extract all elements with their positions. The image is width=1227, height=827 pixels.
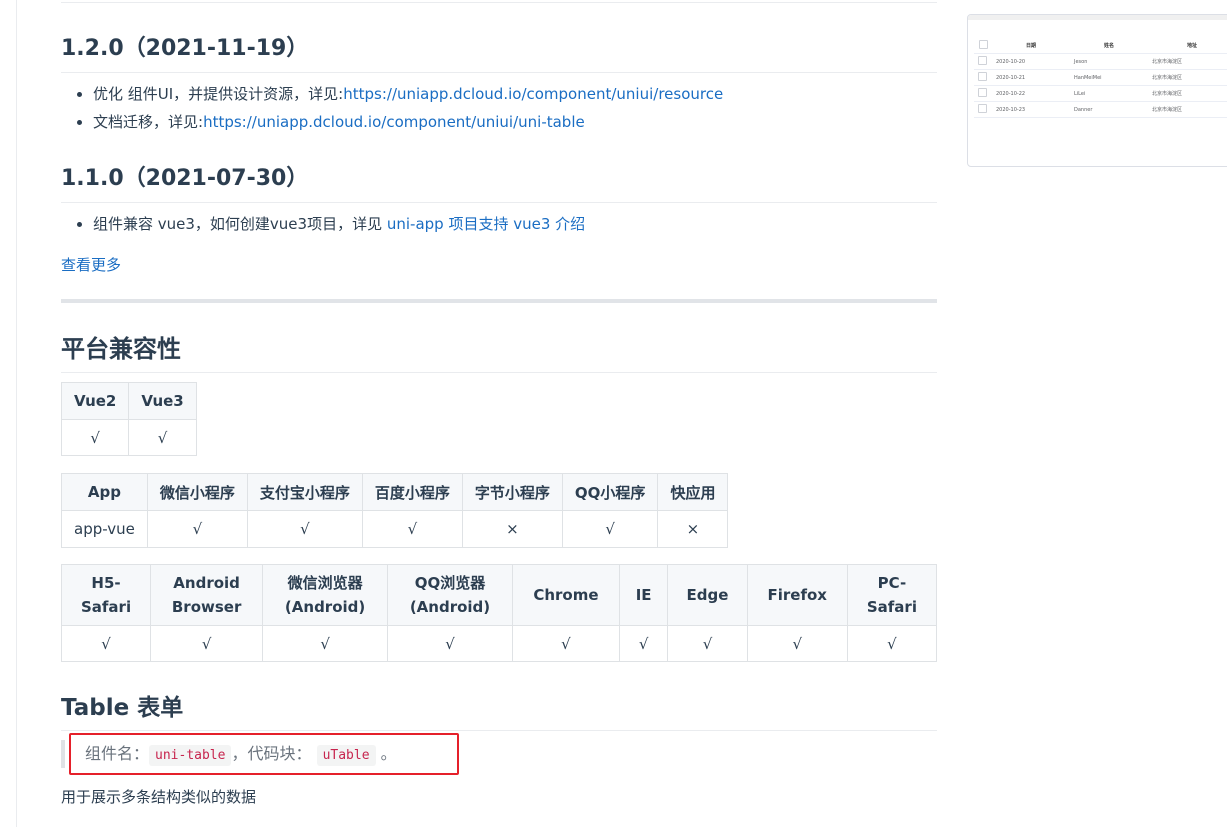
preview-select-all (974, 38, 992, 54)
version-notes-1-2-0: 优化 组件UI，并提供设计资源，详见:https://uniapp.dcloud… (61, 80, 723, 136)
note-text: 组件兼容 vue3，如何创建vue3项目，详见 (93, 215, 387, 233)
table-cell: √ (146, 510, 248, 548)
version-notes-1-1-0: 组件兼容 vue3，如何创建vue3项目，详见 uni-app 项目支持 vue… (61, 210, 585, 238)
table-cell: Danner (1070, 101, 1148, 118)
table-header: 地址 (1148, 38, 1227, 54)
vue-compat-table: Vue2 Vue3 √ √ (60, 382, 197, 456)
top-divider (61, 2, 937, 3)
table-cell: 北京市海淀区 (1148, 101, 1227, 118)
table-cell: 北京市海淀区 (1148, 85, 1227, 102)
table-cell: app-vue (61, 510, 148, 548)
table-cell: 2020-10-20 (992, 53, 1070, 70)
preview-checkbox-cell (974, 85, 992, 102)
table-cell: × (461, 510, 563, 548)
checkbox-icon (978, 56, 987, 65)
table-cell: 北京市海淀区 (1148, 69, 1227, 86)
table-cell: 2020-10-23 (992, 101, 1070, 118)
preview-checkbox-cell (974, 53, 992, 70)
table-cell: 2020-10-22 (992, 85, 1070, 102)
uni-table-doc-link[interactable]: https://uniapp.dcloud.io/component/uniui… (203, 113, 585, 131)
table-header: 百度小程序 (361, 473, 463, 511)
checkbox-icon (978, 72, 987, 81)
table-header: 微信小程序 (146, 473, 248, 511)
checkbox-icon (978, 40, 988, 49)
table-cell: √ (60, 625, 152, 662)
table-header: Chrome (511, 564, 620, 626)
component-description: 用于展示多条结构类似的数据 (61, 788, 257, 806)
version-heading-1-2-0: 1.2.0（2021-11-19） (61, 30, 937, 73)
table-cell: √ (246, 510, 363, 548)
table-header: Vue2 (60, 382, 130, 420)
table-cell: √ (667, 625, 748, 662)
table-cell: × (657, 510, 729, 548)
table-cell: √ (128, 419, 197, 456)
table-header: 支付宝小程序 (246, 473, 363, 511)
table-cell: √ (746, 625, 848, 662)
section-divider (61, 299, 937, 303)
table-cell: √ (150, 625, 264, 662)
list-item: 组件兼容 vue3，如何创建vue3项目，详见 uni-app 项目支持 vue… (93, 210, 585, 238)
checkbox-icon (978, 88, 987, 97)
table-cell: √ (846, 625, 938, 662)
web-compat-table: H5- Safari Android Browser 微信浏览器 (Androi… (60, 564, 938, 662)
table-header: Android Browser (150, 564, 264, 626)
list-item: 文档迁移，详见:https://uniapp.dcloud.io/compone… (93, 108, 723, 136)
table-header: Firefox (746, 564, 848, 626)
table-cell: √ (60, 419, 130, 456)
table-cell: LiLei (1070, 85, 1148, 102)
table-header: H5- Safari (60, 564, 152, 626)
table-cell: √ (361, 510, 463, 548)
table-row: 2020-10-21 HanMeiMei 北京市海淀区 (974, 69, 1227, 86)
table-header: App (61, 473, 148, 511)
table-header: QQ小程序 (561, 473, 659, 511)
resource-link[interactable]: https://uniapp.dcloud.io/component/uniui… (343, 85, 723, 103)
table-row: 2020-10-22 LiLei 北京市海淀区 (974, 85, 1227, 102)
table-component-heading: Table 表单 (61, 688, 937, 731)
table-header: 快应用 (657, 473, 729, 511)
table-cell: HanMeiMei (1070, 69, 1148, 86)
table-header: IE (618, 564, 669, 626)
doc-page: 1.2.0（2021-11-19） 优化 组件UI，并提供设计资源，详见:htt… (0, 0, 1227, 827)
table-cell: √ (618, 625, 669, 662)
table-cell: √ (387, 625, 513, 662)
preview-checkbox-cell (974, 101, 992, 118)
note-text: 文档迁移，详见: (93, 113, 204, 131)
table-cell: √ (511, 625, 620, 662)
table-cell: Jeson (1070, 53, 1148, 70)
note-text: 优化 组件UI，并提供设计资源，详见: (93, 85, 344, 103)
table-row: 2020-10-23 Danner 北京市海淀区 (974, 101, 1227, 118)
table-cell: √ (561, 510, 659, 548)
table-cell: √ (262, 625, 389, 662)
red-highlight-box (69, 733, 459, 775)
view-more-link[interactable]: 查看更多 (61, 254, 121, 275)
checkbox-icon (978, 104, 987, 113)
preview-table: 日期 姓名 地址 2020-10-20 Jeson 北京市海淀区 2020-10… (974, 38, 1227, 118)
vue3-support-link[interactable]: uni-app 项目支持 vue3 介绍 (387, 215, 585, 233)
table-header: Edge (667, 564, 748, 626)
app-compat-table: App 微信小程序 支付宝小程序 百度小程序 字节小程序 QQ小程序 快应用 a… (61, 473, 729, 548)
table-header: Vue3 (128, 382, 197, 420)
compat-heading: 平台兼容性 (61, 329, 937, 373)
table-header: 日期 (992, 38, 1070, 54)
table-preview-card[interactable]: 日期 姓名 地址 2020-10-20 Jeson 北京市海淀区 2020-10… (967, 14, 1227, 167)
list-item: 优化 组件UI，并提供设计资源，详见:https://uniapp.dcloud… (93, 80, 723, 108)
table-header: QQ浏览器 (Android) (387, 564, 513, 626)
table-header: 姓名 (1070, 38, 1148, 54)
table-header: 微信浏览器 (Android) (262, 564, 389, 626)
table-row: 2020-10-20 Jeson 北京市海淀区 (974, 53, 1227, 70)
sidebar-divider (16, 0, 17, 827)
table-header: 字节小程序 (461, 473, 563, 511)
preview-checkbox-cell (974, 69, 992, 86)
table-cell: 2020-10-21 (992, 69, 1070, 86)
preview-topbar (968, 15, 1227, 20)
table-header: PC- Safari (846, 564, 938, 626)
table-cell: 北京市海淀区 (1148, 53, 1227, 70)
version-heading-1-1-0: 1.1.0（2021-07-30） (61, 160, 937, 203)
